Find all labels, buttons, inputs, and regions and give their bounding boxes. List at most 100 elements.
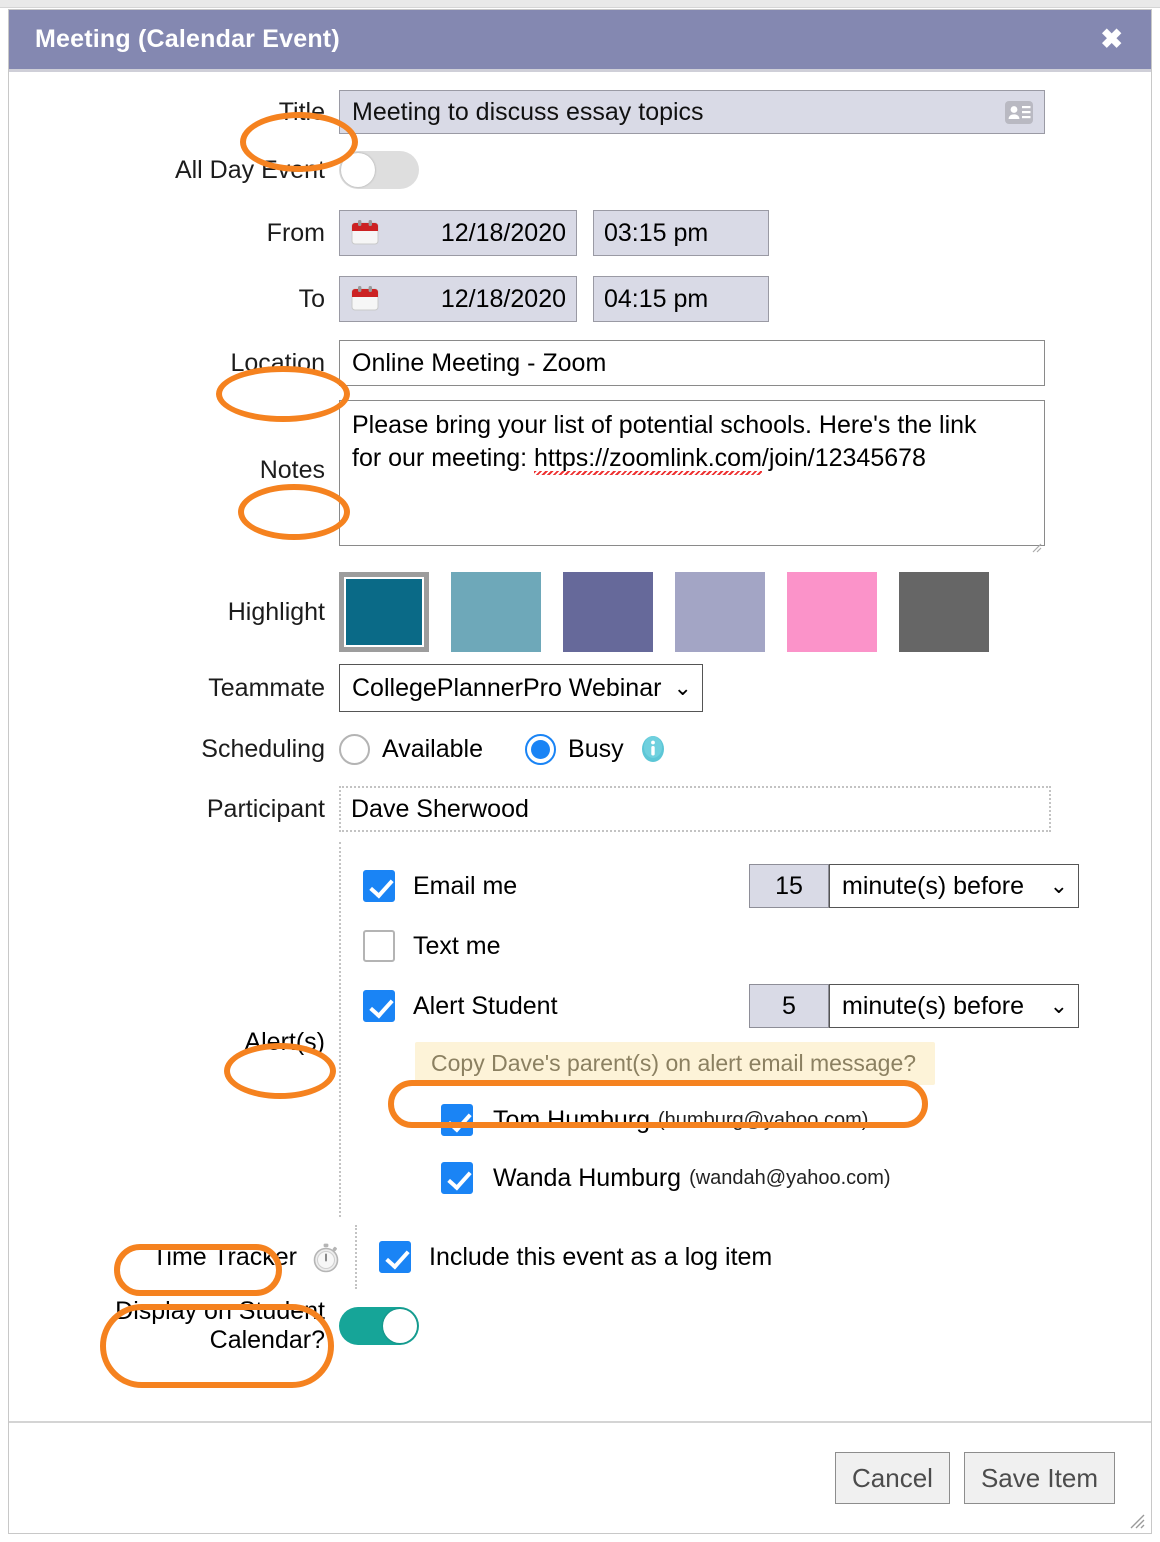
display-student-calendar-row: Display on Student Calendar? <box>9 1289 1151 1363</box>
notes-line-2-suffix: /join/12345678 <box>761 444 926 472</box>
to-date-value: 12/18/2020 <box>440 284 566 313</box>
dialog-title: Meeting (Calendar Event) <box>35 25 340 53</box>
from-label: From <box>266 218 325 247</box>
title-input[interactable]: Meeting to discuss essay topics <box>339 90 1045 134</box>
info-icon[interactable] <box>638 734 668 764</box>
checkbox-email-me[interactable] <box>363 870 395 902</box>
stopwatch-icon <box>309 1240 343 1274</box>
window-resize-grip-icon[interactable] <box>1127 1511 1145 1529</box>
from-time-value: 03:15 pm <box>604 218 709 247</box>
checkbox-log-item[interactable] <box>379 1241 411 1273</box>
from-date-input[interactable]: 12/18/2020 <box>339 210 577 256</box>
close-icon[interactable]: ✖ <box>1094 24 1129 55</box>
save-item-button[interactable]: Save Item <box>963 1452 1115 1504</box>
title-input-value: Meeting to discuss essay topics <box>352 97 704 126</box>
scheduling-row: Scheduling Available Busy <box>9 718 1151 780</box>
notes-line-2-prefix: for our meeting: <box>352 444 535 472</box>
highlight-swatch-5[interactable] <box>899 572 989 652</box>
highlight-swatches <box>339 572 1151 652</box>
highlight-swatch-2[interactable] <box>563 572 653 652</box>
teammate-row: Teammate CollegePlannerPro Webinar ⌄ <box>9 658 1151 718</box>
highlight-swatch-wrap-5 <box>899 572 1011 652</box>
parent-row: Tom Humburg (humburg@yahoo.com) <box>363 1091 1151 1149</box>
alerts-content: Email me 15 minute(s) before ⌄ Text me A… <box>339 842 1151 1217</box>
radio-busy[interactable] <box>525 733 557 765</box>
contact-card-icon[interactable] <box>1004 100 1034 125</box>
parent-row: Wanda Humburg (wandah@yahoo.com) <box>363 1149 1151 1207</box>
to-time-value: 04:15 pm <box>604 284 709 313</box>
resize-grip-icon[interactable] <box>1028 529 1042 553</box>
teammate-value: CollegePlannerPro Webinar <box>352 673 662 702</box>
highlight-swatch-4[interactable] <box>787 572 877 652</box>
display-label-line-2: Calendar? <box>209 1326 325 1354</box>
display-student-calendar-label: Display on Student Calendar? <box>9 1297 339 1356</box>
highlight-swatch-0[interactable] <box>339 572 429 652</box>
cancel-button[interactable]: Cancel <box>835 1452 950 1504</box>
to-date-input[interactable]: 12/18/2020 <box>339 276 577 322</box>
teammate-select[interactable]: CollegePlannerPro Webinar ⌄ <box>339 664 703 712</box>
highlight-swatch-wrap-1 <box>451 572 563 652</box>
checkbox-parent-2[interactable] <box>441 1162 473 1194</box>
alert-student-unit-select[interactable]: minute(s) before ⌄ <box>829 984 1079 1028</box>
all-day-toggle[interactable] <box>339 151 419 189</box>
participant-row: Participant Dave Sherwood <box>9 780 1151 838</box>
from-date-value: 12/18/2020 <box>440 218 566 247</box>
email-me-amount-input[interactable]: 15 <box>749 864 829 908</box>
highlight-swatch-wrap-2 <box>563 572 675 652</box>
dialog-titlebar: Meeting (Calendar Event) ✖ <box>9 10 1151 72</box>
alert-student-label: Alert Student <box>413 991 558 1020</box>
teammate-label: Teammate <box>208 673 325 702</box>
highlight-label: Highlight <box>227 597 325 626</box>
participant-value: Dave Sherwood <box>351 794 529 823</box>
radio-available[interactable] <box>339 733 370 765</box>
alert-text-me-row: Text me <box>363 916 1151 976</box>
highlight-swatch-1[interactable] <box>451 572 541 652</box>
dialog-body: Title Meeting to discuss essay topics Al… <box>9 72 1151 1421</box>
email-me-label: Email me <box>413 871 518 900</box>
alerts-label-column: Alert(s) <box>9 842 339 1217</box>
alert-student-amount-value: 5 <box>782 991 796 1020</box>
alert-student-amount-input[interactable]: 5 <box>749 984 829 1028</box>
location-value: Online Meeting - Zoom <box>352 348 607 377</box>
checkbox-text-me[interactable] <box>363 930 395 962</box>
time-tracker-field: Include this event as a log item <box>355 1225 772 1289</box>
chevron-down-icon: ⌄ <box>1049 873 1068 898</box>
dialog-footer: Cancel Save Item <box>9 1421 1151 1533</box>
top-strip <box>0 0 1160 8</box>
checkbox-parent-1[interactable] <box>441 1104 473 1136</box>
log-item-label: Include this event as a log item <box>429 1242 773 1271</box>
alerts-label: Alert(s) <box>244 1028 325 1056</box>
meeting-dialog: Meeting (Calendar Event) ✖ Title Meeting… <box>8 9 1152 1534</box>
highlight-row: Highlight <box>9 566 1151 658</box>
scheduling-label: Scheduling <box>201 734 325 763</box>
to-row: To 12/18/2020 04:15 pm <box>9 266 1151 332</box>
location-input[interactable]: Online Meeting - Zoom <box>339 340 1045 386</box>
from-time-input[interactable]: 03:15 pm <box>593 210 769 256</box>
notes-line-1: Please bring your list of potential scho… <box>352 411 977 439</box>
from-row: From 12/18/2020 03:15 pm <box>9 200 1151 266</box>
email-me-unit-select[interactable]: minute(s) before ⌄ <box>829 864 1079 908</box>
notes-label: Notes <box>259 456 325 484</box>
highlight-swatch-3[interactable] <box>675 572 765 652</box>
all-day-label: All Day Event <box>174 155 325 184</box>
highlight-swatch-wrap-0 <box>339 572 451 652</box>
display-label-line-1: Display on Student <box>115 1296 325 1325</box>
title-label: Title <box>278 97 325 126</box>
checkbox-alert-student[interactable] <box>363 990 395 1022</box>
chevron-down-icon: ⌄ <box>673 675 692 700</box>
radio-available-label: Available <box>382 734 484 763</box>
to-time-input[interactable]: 04:15 pm <box>593 276 769 322</box>
alert-student-unit-value: minute(s) before <box>842 991 1025 1020</box>
copy-parents-banner: Copy Dave's parent(s) on alert email mes… <box>415 1042 935 1085</box>
notes-row: Notes Please bring your list of potentia… <box>9 400 1151 553</box>
parent-2-email: (wandah@yahoo.com) <box>689 1166 891 1189</box>
parent-1-name: Tom Humburg <box>493 1105 650 1134</box>
radio-busy-label: Busy <box>568 734 624 763</box>
notes-textarea[interactable]: Please bring your list of potential scho… <box>339 400 1045 553</box>
display-student-calendar-toggle[interactable] <box>339 1307 419 1345</box>
location-label: Location <box>230 348 325 377</box>
highlight-swatch-wrap-3 <box>675 572 787 652</box>
notes-url: https://zoomlink.com <box>534 444 762 475</box>
participant-input[interactable]: Dave Sherwood <box>339 786 1051 832</box>
calendar-icon <box>350 218 380 248</box>
